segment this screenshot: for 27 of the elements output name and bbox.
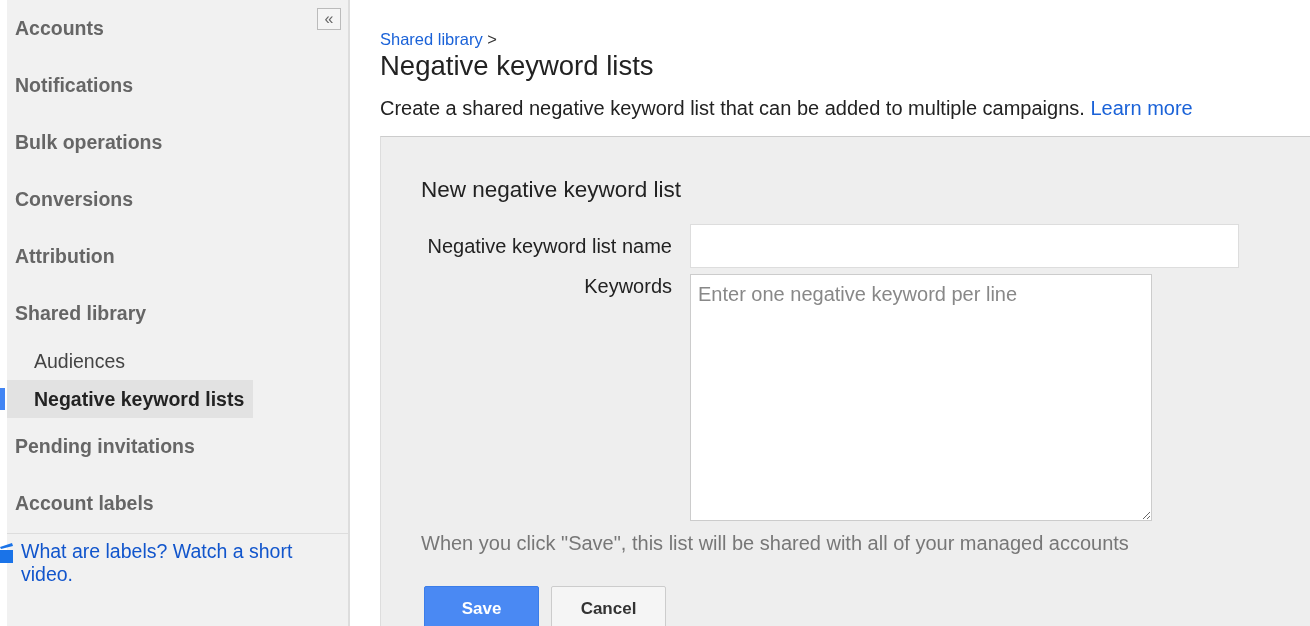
breadcrumb-link[interactable]: Shared library bbox=[380, 30, 483, 48]
sidebar-item[interactable]: Bulk operations bbox=[7, 114, 297, 171]
learn-more-link[interactable]: Learn more bbox=[1090, 97, 1193, 119]
form-heading: New negative keyword list bbox=[421, 176, 683, 204]
breadcrumb-separator: > bbox=[487, 30, 497, 48]
field-label: Keywords bbox=[583, 274, 673, 299]
description-text: Create a shared negative keyword list that can be added to multiple campaigns. Learn more bbox=[380, 96, 1194, 120]
sidebar-item[interactable]: Shared library bbox=[7, 285, 297, 342]
help-video-link[interactable]: What are labels? Watch a short video. bbox=[13, 540, 313, 586]
sidebar-item[interactable]: Account labels bbox=[7, 475, 297, 532]
video-icon bbox=[0, 543, 13, 563]
selection-indicator bbox=[0, 388, 5, 410]
cancel-button[interactable]: Cancel bbox=[551, 586, 666, 626]
keywords-textarea[interactable]: Enter one negative keyword per line bbox=[690, 274, 1152, 521]
field-label: Negative keyword list name bbox=[426, 234, 673, 259]
save-button[interactable]: Save bbox=[424, 586, 539, 626]
collapse-button[interactable]: « bbox=[317, 8, 341, 30]
sidebar-item[interactable]: Conversions bbox=[7, 171, 297, 228]
text-input-field[interactable] bbox=[690, 224, 1239, 268]
info-note: When you click "Save", this list will be shared with all of your managed accounts bbox=[421, 531, 1130, 555]
sidebar-subitem[interactable]: Negative keyword lists bbox=[7, 380, 253, 418]
sidebar-subitem[interactable]: Audiences bbox=[7, 342, 253, 380]
sidebar-item[interactable]: Notifications bbox=[7, 57, 297, 114]
sidebar-item[interactable]: Accounts bbox=[7, 0, 297, 57]
sidebar-item[interactable]: Attribution bbox=[7, 228, 297, 285]
page-title: Negative keyword lists bbox=[380, 50, 655, 82]
sidebar-item[interactable]: Pending invitations bbox=[7, 418, 297, 475]
